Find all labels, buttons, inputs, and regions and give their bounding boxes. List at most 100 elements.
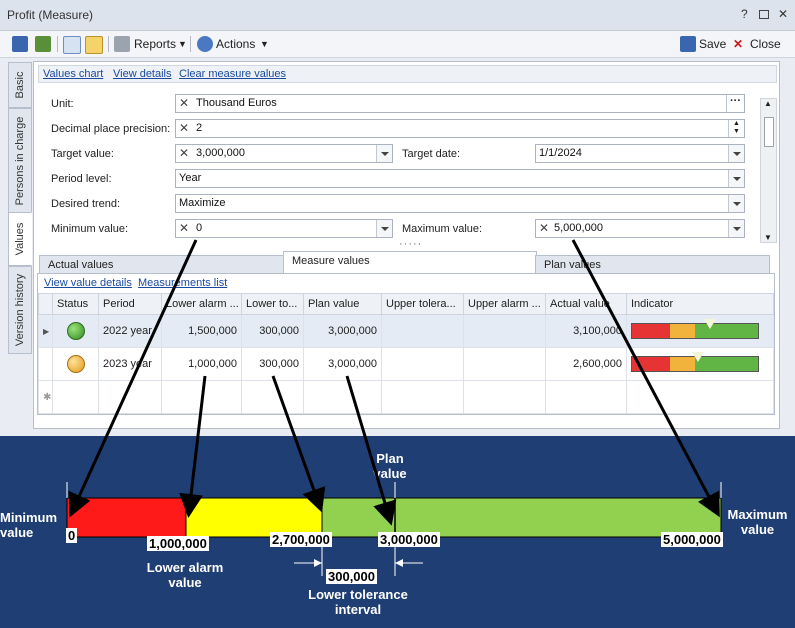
- column-header[interactable]: Indicator: [626, 293, 774, 315]
- table-row[interactable]: 2023 year 1,000,000 300,000 3,000,000 2,…: [38, 347, 774, 381]
- dropdown-chevron-down-icon[interactable]: [728, 220, 744, 237]
- measure-window: Profit (Measure) ? ✕ Reports ▼ Actions ▼…: [0, 0, 795, 436]
- indicator-cell: [626, 314, 774, 348]
- plan-value-cell[interactable]: 3,000,000: [303, 314, 382, 348]
- upper-alarm-cell[interactable]: [463, 314, 546, 348]
- dropdown-chevron-down-icon[interactable]: [376, 145, 392, 162]
- maximum-value-label: Maximum value:: [402, 223, 483, 235]
- lower-alarm-cell[interactable]: 1,000,000: [161, 347, 242, 381]
- measurements-list-link[interactable]: Measurements list: [138, 277, 227, 289]
- tab-basic[interactable]: Basic: [8, 62, 32, 108]
- minimum-value-label: Minimum value:: [51, 223, 129, 235]
- plan-value-caption: Plan value: [373, 451, 407, 481]
- tab-persons-in-charge[interactable]: Persons in charge: [8, 108, 32, 214]
- clear-x-icon[interactable]: ✕: [179, 121, 189, 135]
- lower-tolerance-cell[interactable]: 300,000: [241, 314, 304, 348]
- status-cell: [52, 347, 99, 381]
- spin-stepper-icon[interactable]: ▲ ▼: [728, 120, 744, 137]
- column-header[interactable]: Plan value: [303, 293, 382, 315]
- period-cell[interactable]: 2023 year: [98, 347, 162, 381]
- reports-chevron-down-icon[interactable]: ▼: [178, 35, 187, 53]
- period-cell[interactable]: 2022 year: [98, 314, 162, 348]
- period-level-field[interactable]: Year: [175, 169, 745, 188]
- column-header[interactable]: Lower alarm ...: [161, 293, 242, 315]
- column-header[interactable]: Upper tolera...: [381, 293, 464, 315]
- clear-measure-values-link[interactable]: Clear measure values: [179, 68, 286, 80]
- ellipsis-icon[interactable]: ···: [726, 95, 744, 112]
- link-icon[interactable]: [85, 36, 103, 54]
- lower-alarm-cell[interactable]: 1,500,000: [161, 314, 242, 348]
- save-button[interactable]: Save: [699, 35, 726, 53]
- indicator-cell: [626, 347, 774, 381]
- close-button[interactable]: Close: [750, 35, 781, 53]
- upper-tolerance-cell[interactable]: [381, 314, 464, 348]
- column-header[interactable]: Lower to...: [241, 293, 304, 315]
- refresh-icon[interactable]: [35, 36, 51, 52]
- actual-value-cell[interactable]: 2,600,000: [545, 347, 627, 381]
- row-selector-header: [38, 293, 53, 315]
- actions-chevron-down-icon[interactable]: ▼: [260, 35, 269, 53]
- close-window-button[interactable]: ✕: [778, 7, 788, 21]
- minimum-value-field[interactable]: ✕ 0: [175, 219, 393, 238]
- column-header[interactable]: Status: [52, 293, 99, 315]
- interval-arrowhead-left: [314, 559, 322, 567]
- tab-actual-values[interactable]: Actual values: [39, 255, 284, 275]
- dropdown-chevron-down-icon[interactable]: [728, 145, 744, 162]
- scale-value-zero: 0: [66, 528, 78, 543]
- column-header[interactable]: Actual value: [545, 293, 627, 315]
- clear-x-icon[interactable]: ✕: [179, 146, 189, 160]
- column-header[interactable]: Period: [98, 293, 162, 315]
- restore-button[interactable]: [759, 10, 769, 19]
- precision-field[interactable]: ✕ 2 ▲ ▼: [175, 119, 745, 138]
- scroll-up-icon[interactable]: ▲: [764, 99, 772, 108]
- dropdown-chevron-down-icon[interactable]: [728, 170, 744, 187]
- target-date-field[interactable]: 1/1/2024: [535, 144, 745, 163]
- upper-alarm-cell[interactable]: [463, 347, 546, 381]
- clear-x-icon[interactable]: ✕: [179, 221, 189, 235]
- period-level-label: Period level:: [51, 173, 112, 185]
- actual-value-cell[interactable]: 3,100,000: [545, 314, 627, 348]
- maximum-value-field[interactable]: ✕ 5,000,000: [535, 219, 745, 238]
- unit-label: Unit:: [51, 98, 74, 110]
- values-chart-link[interactable]: Values chart: [43, 68, 103, 80]
- clear-x-icon[interactable]: ✕: [539, 221, 549, 235]
- save-disk-icon: [680, 36, 696, 52]
- unit-field[interactable]: ✕ Thousand Euros ···: [175, 94, 745, 113]
- tab-version-history[interactable]: Version history: [8, 266, 32, 354]
- reports-menu[interactable]: Reports: [134, 35, 176, 53]
- plan-value-cell[interactable]: 3,000,000: [303, 347, 382, 381]
- splitter-grip-icon[interactable]: ·····: [399, 238, 422, 250]
- form-scrollbar[interactable]: ▲ ▼: [760, 98, 777, 243]
- target-value-field[interactable]: ✕ 3,000,000: [175, 144, 393, 163]
- tab-values[interactable]: Values: [8, 212, 32, 266]
- view-details-link[interactable]: View details: [113, 68, 172, 80]
- scroll-thumb[interactable]: [764, 117, 774, 147]
- desired-trend-field[interactable]: Maximize: [175, 194, 745, 213]
- scale-value-tolerance: 2,700,000: [270, 532, 332, 547]
- values-links-bar: Values chart View details Clear measure …: [38, 65, 777, 83]
- dropdown-chevron-down-icon[interactable]: [376, 220, 392, 237]
- lower-tolerance-cell[interactable]: 300,000: [241, 347, 304, 381]
- indicator-marker: [704, 319, 717, 329]
- table-row[interactable]: ▶ 2022 year 1,500,000 300,000 3,000,000 …: [38, 314, 774, 348]
- new-row[interactable]: ✱: [38, 380, 774, 414]
- help-button[interactable]: ?: [741, 7, 748, 21]
- row-pointer-icon: ▶: [38, 314, 53, 348]
- maximum-value-caption: Maximum value: [727, 507, 788, 537]
- dropdown-chevron-down-icon[interactable]: [728, 195, 744, 212]
- column-header[interactable]: Upper alarm ...: [463, 293, 546, 315]
- tab-plan-values[interactable]: Plan values: [535, 255, 770, 275]
- toolbar: Reports ▼ Actions ▼ Save ✕ Close: [0, 31, 795, 58]
- new-row-asterisk-icon: ✱: [38, 380, 53, 414]
- actions-menu[interactable]: Actions: [216, 35, 255, 53]
- upper-tolerance-cell[interactable]: [381, 347, 464, 381]
- expand-icon[interactable]: [63, 36, 81, 54]
- precision-label: Decimal place precision:: [51, 123, 171, 135]
- save-icon[interactable]: [12, 36, 28, 52]
- scale-red-segment: [66, 497, 187, 538]
- clear-x-icon[interactable]: ✕: [179, 96, 189, 110]
- scroll-down-icon[interactable]: ▼: [764, 233, 772, 242]
- value-tabs: Actual values Measure values Plan values: [39, 251, 770, 276]
- view-value-details-link[interactable]: View value details: [44, 277, 132, 289]
- measure-values-grid: View value details Measurements list Sta…: [37, 273, 775, 415]
